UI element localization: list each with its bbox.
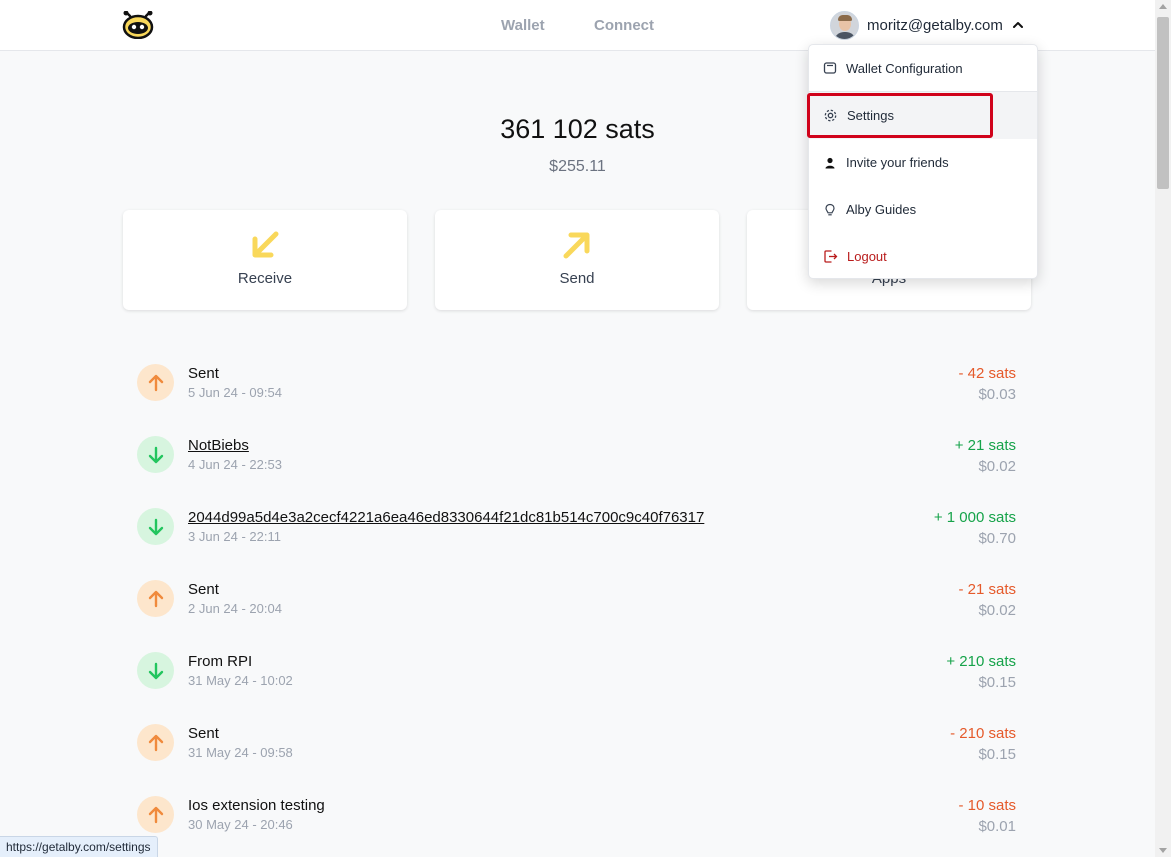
chevron-up-icon [1012,22,1023,28]
wallet-icon [823,62,837,74]
transaction-fiat: $0.15 [978,746,1016,763]
transaction-date: 2 Jun 24 - 20:04 [188,601,282,616]
transaction-fiat: $0.01 [978,818,1016,835]
status-bar-url: https://getalby.com/settings [0,836,158,857]
transaction-row[interactable]: Sent 5 Jun 24 - 09:54 - 42 sats $0.03 [137,364,1017,404]
send-button[interactable]: Send [435,210,719,310]
menu-item-alby-guides[interactable]: Alby Guides [809,186,1037,233]
gear-icon [824,109,837,122]
transaction-amount: + 210 sats [946,653,1016,670]
transaction-title-link[interactable]: 2044d99a5d4e3a2cecf4221a6ea46ed8330644f2… [188,509,704,526]
nav-wallet-link[interactable]: Wallet [501,17,545,34]
menu-item-label: Logout [847,249,887,264]
transaction-title: Sent [188,581,219,598]
transaction-amount: - 10 sats [958,797,1016,814]
transaction-amount: + 1 000 sats [933,509,1016,526]
transaction-amount: - 210 sats [950,725,1016,742]
transaction-amount: + 21 sats [954,437,1016,454]
menu-item-wallet-configuration[interactable]: Wallet Configuration [809,45,1037,92]
menu-item-label: Invite your friends [846,155,949,170]
scroll-down-arrow-icon[interactable] [1159,848,1167,853]
menu-item-label: Alby Guides [846,202,917,217]
transaction-fiat: $0.70 [978,530,1016,547]
transaction-title: From RPI [188,653,253,670]
transaction-date: 31 May 24 - 10:02 [188,673,293,688]
transaction-date: 4 Jun 24 - 22:53 [188,457,282,472]
arrow-down-left-icon [252,231,279,258]
arrow-down-icon [137,508,174,545]
transaction-row[interactable]: Sent 2 Jun 24 - 20:04 - 21 sats $0.02 [137,580,1017,620]
transaction-title: Sent [188,365,219,382]
transaction-date: 5 Jun 24 - 09:54 [188,385,282,400]
user-icon [825,157,835,168]
lightbulb-icon [825,203,835,215]
transaction-fiat: $0.02 [978,458,1016,475]
send-label: Send [559,270,595,287]
transaction-amount: - 42 sats [958,365,1016,382]
transaction-fiat: $0.02 [978,602,1016,619]
account-email: moritz@getalby.com [867,16,1003,34]
arrow-down-icon [137,436,174,473]
avatar [830,10,859,40]
arrow-up-right-icon [563,232,590,259]
transaction-row[interactable]: 2044d99a5d4e3a2cecf4221a6ea46ed8330644f2… [137,508,1017,548]
account-dropdown-menu: Wallet Configuration Settings Invite you… [808,44,1038,279]
alby-logo-icon[interactable] [122,10,154,40]
arrow-down-icon [137,652,174,689]
transaction-date: 3 Jun 24 - 22:11 [188,529,281,544]
menu-item-label: Wallet Configuration [846,60,963,76]
transaction-fiat: $0.03 [978,386,1016,403]
transaction-row[interactable]: From RPI 31 May 24 - 10:02 + 210 sats $0… [137,652,1017,692]
arrow-up-icon [137,580,174,617]
transaction-fiat: $0.15 [978,674,1016,691]
menu-item-label: Settings [847,108,894,123]
menu-item-logout[interactable]: Logout [809,233,1037,280]
arrow-up-icon [137,724,174,761]
scroll-up-arrow-icon[interactable] [1159,4,1167,9]
arrow-up-icon [137,364,174,401]
receive-button[interactable]: Receive [123,210,407,310]
page-scrollbar[interactable] [1155,0,1171,857]
transaction-title: Sent [188,725,219,742]
menu-item-invite-friends[interactable]: Invite your friends [809,139,1037,186]
receive-label: Receive [237,270,293,287]
nav-connect-link[interactable]: Connect [594,17,654,34]
scroll-thumb[interactable] [1157,17,1169,189]
account-menu-toggle[interactable]: moritz@getalby.com [830,10,1024,40]
transaction-date: 31 May 24 - 09:58 [188,745,293,760]
transaction-title-link[interactable]: NotBiebs [188,437,249,454]
transaction-amount: - 21 sats [958,581,1016,598]
transaction-row[interactable]: NotBiebs 4 Jun 24 - 22:53 + 21 sats $0.0… [137,436,1017,476]
logout-icon [824,250,838,263]
transaction-row[interactable]: Sent 31 May 24 - 09:58 - 210 sats $0.15 [137,724,1017,764]
menu-item-settings[interactable]: Settings [809,92,1037,139]
transaction-title: Ios extension testing [188,797,325,814]
arrow-up-icon [137,796,174,833]
transaction-date: 30 May 24 - 20:46 [188,817,293,832]
transaction-row[interactable]: Ios extension testing 30 May 24 - 20:46 … [137,796,1017,836]
